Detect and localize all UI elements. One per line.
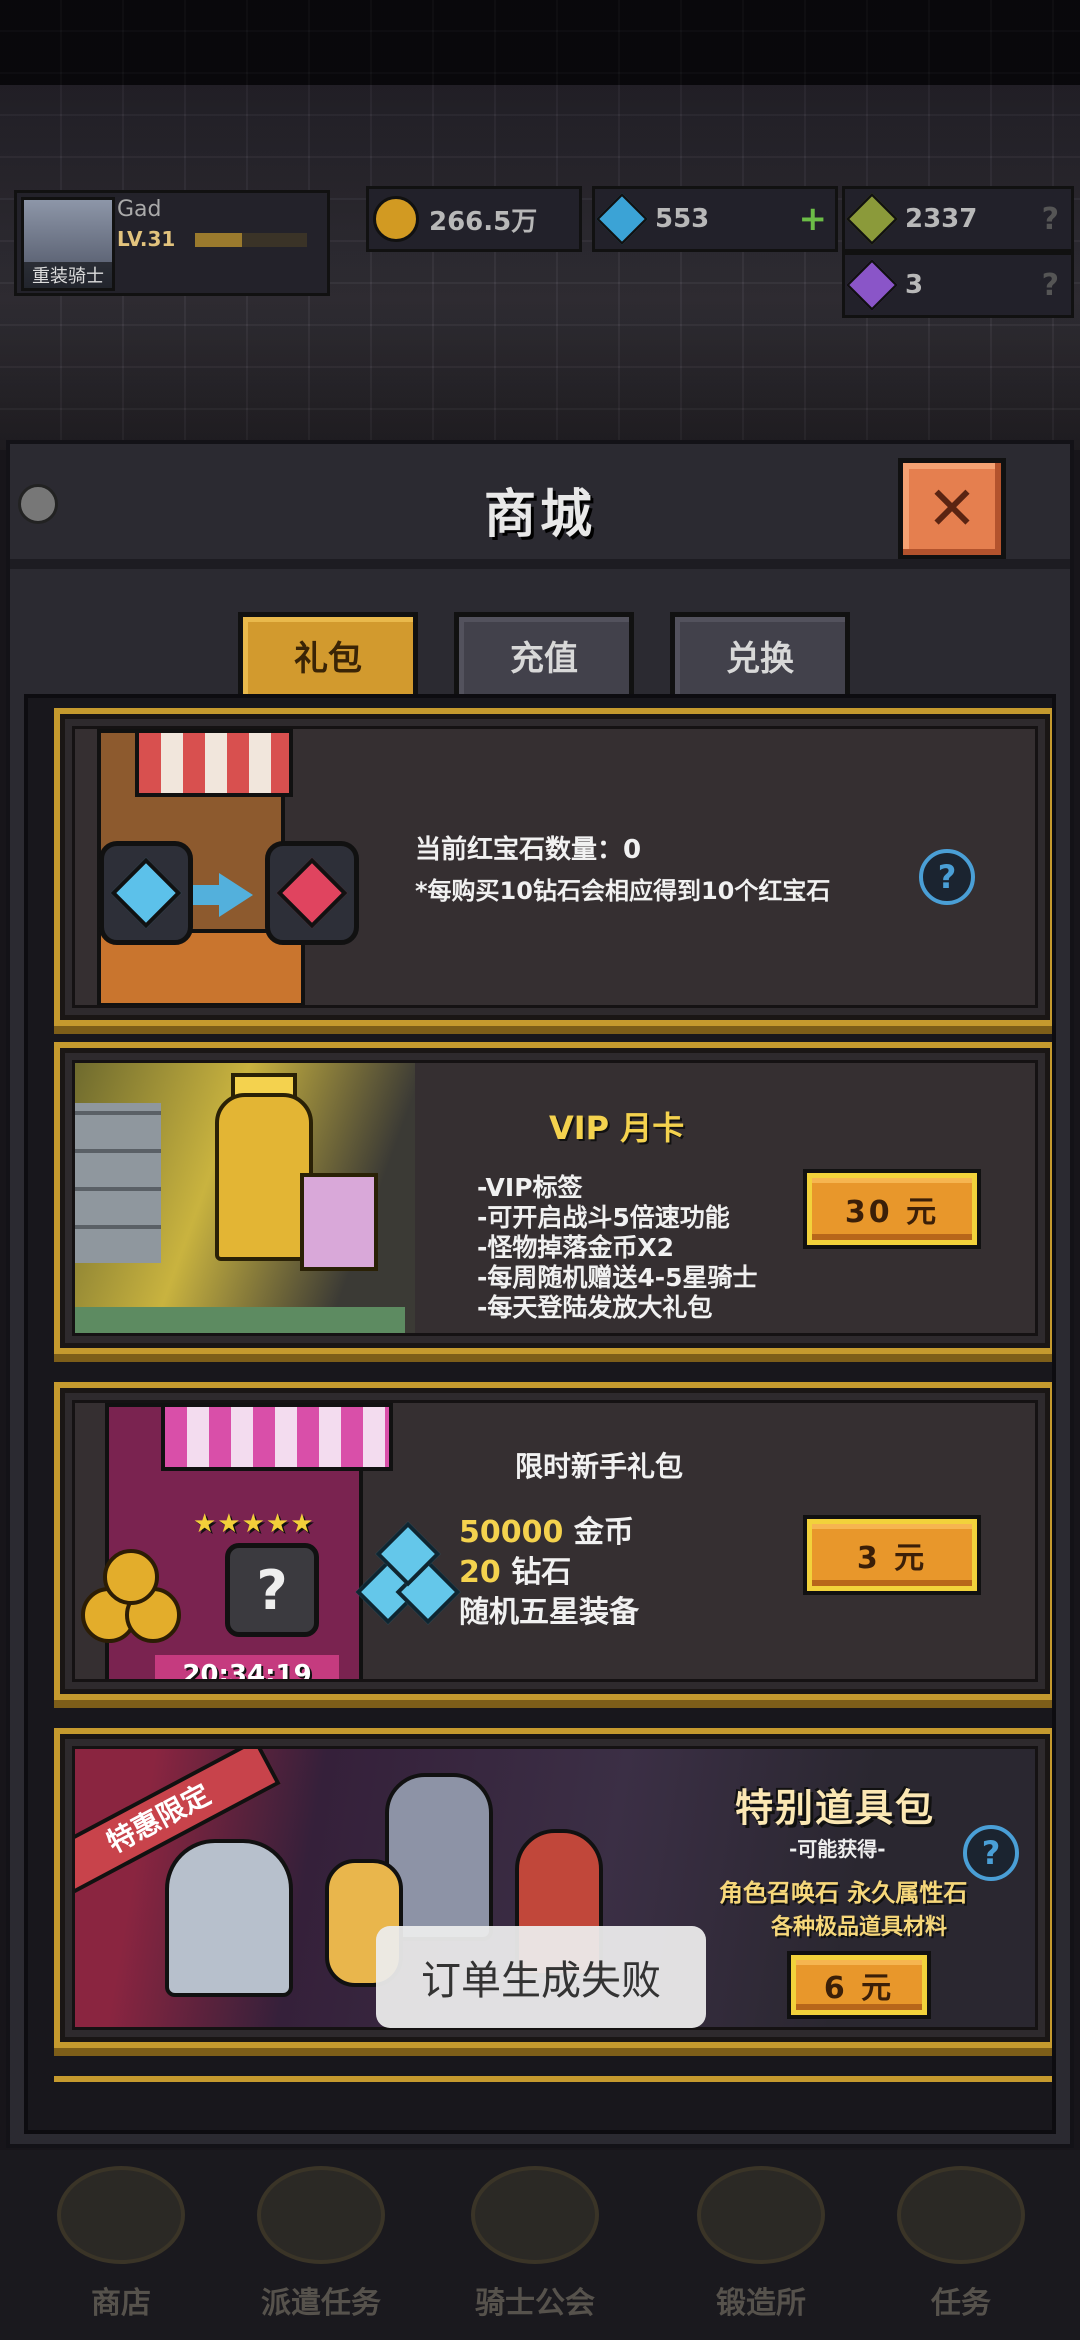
list-item: -每周随机赠送4-5星骑士 [477,1263,758,1292]
anvil-icon [697,2166,825,2264]
green-crystal-value: 2337 [905,204,978,234]
nav-label: 骑士公会 [475,2286,595,2321]
game-background: 重装骑士 Gad LV.31 266.5万 553 + 2337 ? 3 ? [0,0,1080,450]
help-icon[interactable]: ? [1042,268,1059,303]
ruby-icon [276,857,348,929]
list-item: -怪物掉落金币X2 [477,1233,675,1262]
nav-label: 商店 [91,2286,151,2321]
next-card-edge [54,2076,1052,2082]
vip-monthly-card: VIP 月卡 -VIP标签 -可开启战斗5倍速功能 -怪物掉落金币X2 -每周随… [54,1042,1052,1354]
tab-recharge[interactable]: 充值 [454,612,634,694]
gold-value: 266.5万 [429,206,538,237]
card-inner: VIP 月卡 -VIP标签 -可开启战斗5倍速功能 -怪物掉落金币X2 -每周随… [72,1060,1038,1336]
guild-icon [471,2166,599,2264]
player-level: LV.31 [117,227,176,251]
starter-pack-card: ★★★★★ ? 20:34:19 限时新手礼包 50000 金币 20 钻石 随… [54,1382,1052,1700]
nav-label: 锻造所 [716,2286,806,2321]
stone-wall [75,1103,161,1263]
five-star-rating: ★★★★★ [193,1509,315,1539]
special-pack-line-2: 各种极品道具材料 [771,1915,948,1940]
list-item: -可开启战斗5倍速功能 [477,1203,730,1232]
diamond-icon [110,857,182,929]
level-progress-bar [195,233,307,247]
add-diamond-button[interactable]: + [799,199,828,239]
shop-item-list[interactable]: 当前红宝石数量：0 *每购买10钻石会相应得到10个红宝石 ? VIP 月卡 -… [24,694,1056,2134]
nav-knight-guild[interactable]: 骑士公会 [460,2166,610,2336]
nav-label: 派遣任务 [261,2286,381,2321]
starter-pack-title: 限时新手礼包 [515,1450,684,1483]
angel-character-sprite [165,1839,293,1997]
close-button[interactable]: ✕ [898,458,1006,560]
purple-crystal-counter: 3 ? [842,252,1074,318]
special-pack-price-button[interactable]: 6 元 [787,1951,931,2019]
ruby-count: 当前红宝石数量：0 [415,829,641,866]
nav-quests[interactable]: 任务 [886,2166,1036,2336]
close-icon: ✕ [926,474,978,544]
knight-sprite [300,1173,378,1271]
list-item: -每天登陆发放大礼包 [477,1293,713,1322]
gold-coin-icon [75,1543,185,1643]
bottom-navigation: 商店 派遣任务 骑士公会 锻造所 任务 [0,2150,1080,2340]
diamond-frame [99,841,193,945]
player-info[interactable]: 重装骑士 Gad LV.31 [14,190,330,296]
special-pack-line-1: 角色召唤石 永久属性石 [719,1879,968,1907]
stall-awning [135,729,293,797]
pink-awning [161,1403,393,1471]
error-toast: 订单生成失败 [376,1926,706,2028]
tab-exchange[interactable]: 兑换 [670,612,850,694]
vip-title: VIP 月卡 [549,1109,685,1147]
quest-icon [897,2166,1025,2264]
floor [75,1307,405,1333]
diamond-icon [355,1521,461,1633]
shop-panel: 商城 ✕ 礼包 充值 兑换 当前红宝石数量：0 *每购买10钻石会相应得到10个… [6,440,1074,2148]
list-item: 随机五星装备 [459,1595,639,1630]
ruby-note: *每购买10钻石会相应得到10个红宝石 [415,877,831,905]
vip-feature-list: -VIP标签 -可开启战斗5倍速功能 -怪物掉落金币X2 -每周随机赠送4-5星… [477,1173,758,1323]
help-icon[interactable]: ? [1042,202,1059,237]
nav-dispatch-quests[interactable]: 派遣任务 [246,2166,396,2336]
blue-diamond-icon [595,192,649,246]
arrow-right-icon [219,873,253,917]
vip-price-button[interactable]: 30 元 [803,1169,981,1249]
card-inner: 当前红宝石数量：0 *每购买10钻石会相应得到10个红宝石 ? [72,726,1038,1008]
tab-gift-pack[interactable]: 礼包 [238,612,418,694]
green-crystal-icon [845,192,899,246]
help-icon[interactable]: ? [919,849,975,905]
special-pack-title: 特别道具包 [735,1786,936,1830]
avatar[interactable]: 重装骑士 [21,197,115,291]
avatar-badge: 重装骑士 [24,262,112,288]
purple-crystal-icon [845,258,899,312]
list-item: -VIP标签 [477,1173,583,1202]
nav-forge[interactable]: 锻造所 [686,2166,836,2336]
player-name: Gad [117,197,162,222]
gold-coin-icon [373,196,419,242]
gold-counter: 266.5万 [366,186,582,252]
divider [10,559,1070,569]
golden-queen-sprite [215,1093,313,1261]
nav-label: 任务 [931,2286,991,2321]
help-icon[interactable]: ? [963,1825,1019,1881]
purple-crystal-value: 3 [905,270,924,300]
nav-shop[interactable]: 商店 [46,2166,196,2336]
card-inner: ★★★★★ ? 20:34:19 限时新手礼包 50000 金币 20 钻石 随… [72,1400,1038,1682]
countdown-timer: 20:34:19 [155,1655,339,1679]
diamond-counter: 553 + [592,186,838,252]
mystery-box-icon: ? [225,1543,319,1637]
ruby-count-label: 当前红宝石数量： [415,835,624,865]
list-item: 50000 金币 [459,1515,634,1550]
dispatch-icon [257,2166,385,2264]
list-item: 20 钻石 [459,1555,572,1590]
diamond-value: 553 [655,204,710,234]
starter-pack-price-button[interactable]: 3 元 [803,1515,981,1595]
ruby-frame [265,841,359,945]
special-pack-subtitle: -可能获得- [789,1837,886,1861]
starter-pack-contents: 50000 金币 20 钻石 随机五星装备 [459,1513,639,1633]
level-progress-fill [195,233,243,247]
vip-illustration [75,1063,415,1333]
green-crystal-counter: 2337 ? [842,186,1074,252]
ruby-info-card: 当前红宝石数量：0 *每购买10钻石会相应得到10个红宝石 ? [54,708,1052,1026]
shop-icon [57,2166,185,2264]
ruby-count-value: 0 [623,835,642,865]
